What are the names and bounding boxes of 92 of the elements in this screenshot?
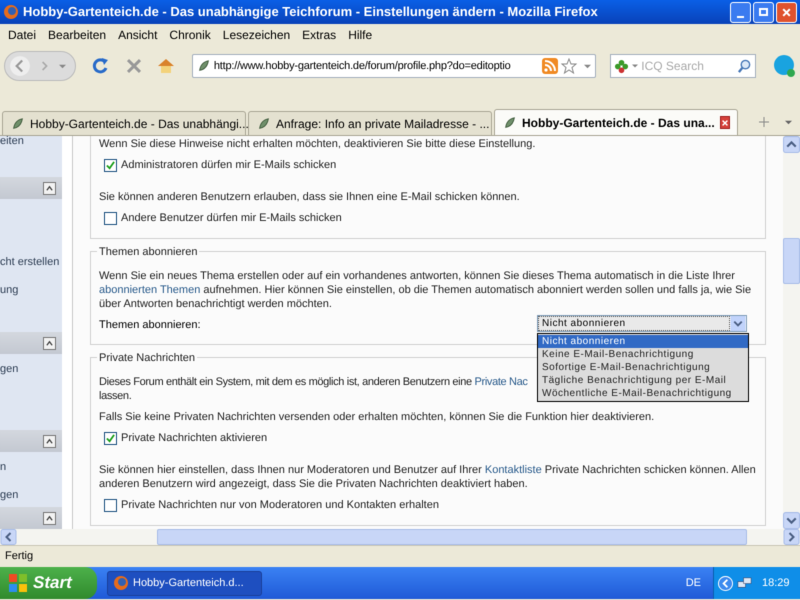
dropdown-option[interactable]: Keine E-Mail-Benachrichtigung [538, 348, 748, 361]
browser-tab[interactable]: Anfrage: Info an private Mailadresse - ... [248, 111, 492, 135]
menu-item[interactable]: Ansicht [112, 26, 164, 44]
paragraph-text: Falls Sie keine Privaten Nachrichten versenden oder erhalten möchten, können Sie die Funktion hier deaktivieren. [99, 410, 656, 424]
leaf-icon [257, 116, 271, 130]
paragraph-text: Wenn Sie diese Hinweise nicht erhalten möchten, deaktivieren Sie bitte diese Einstellung. [99, 137, 536, 151]
paragraph-text: Sie können anderen Benutzern erlauben, dass sie Ihnen eine E-Mail schicken können. [99, 190, 521, 204]
leaf-icon [503, 116, 517, 130]
menu-item[interactable]: Hilfe [342, 26, 378, 44]
checkbox-label: Private Nachrichten nur von Moderatoren und Kontakten erhalten [121, 498, 439, 512]
collapse-button[interactable] [43, 336, 56, 350]
checkmark-icon [106, 160, 115, 170]
menu-item[interactable]: Datei [2, 26, 42, 44]
close-button[interactable] [776, 2, 797, 22]
sidebar-link[interactable]: cht erstellen [0, 255, 62, 269]
chevron-up-icon [46, 438, 53, 444]
paragraph-text: Dieses Forum enthält ein System, mit dem es möglich ist, anderen Benutzern eine Private Nac lassen. [99, 375, 528, 403]
taskbar-button[interactable]: Hobby-Gartenteich.d... [107, 570, 262, 596]
network-icon[interactable] [737, 576, 752, 590]
sidebar-link[interactable]: eiten [0, 136, 62, 148]
dropdown-option[interactable]: Nicht abonnieren [538, 335, 748, 348]
checkbox[interactable] [104, 158, 117, 172]
star-icon[interactable] [561, 58, 578, 74]
plus-icon[interactable] [759, 117, 769, 127]
dropdown-option[interactable]: Wöchentliche E-Mail-Benachrichtigung [538, 387, 748, 400]
caret-icon[interactable] [785, 119, 792, 126]
chevron-left-icon[interactable] [718, 576, 733, 590]
window-title: Hobby-Gartenteich.de - Das unabhängige Teichforum - Einstellungen ändern - Mozilla Firefox [23, 3, 599, 22]
rss-icon[interactable] [542, 58, 558, 74]
scroll-up-icon[interactable] [783, 136, 800, 153]
flower-icon [614, 58, 630, 74]
collapse-button[interactable] [43, 182, 56, 194]
menu-item[interactable]: Lesezeichen [216, 26, 296, 44]
horizontal-scrollbar[interactable] [0, 529, 800, 545]
chevron-up-icon [46, 340, 53, 346]
home-icon[interactable] [156, 56, 176, 76]
scroll-right-icon[interactable] [783, 529, 800, 545]
chevron-up-icon [46, 184, 53, 192]
close-icon [720, 118, 729, 126]
collapse-button[interactable] [43, 512, 56, 524]
sidebar-link[interactable]: gen [0, 362, 62, 376]
checkmark-icon [106, 434, 115, 442]
sidebar-link[interactable]: n [0, 460, 62, 474]
dropdown-select[interactable]: Nicht abonnieren [537, 315, 747, 332]
scrollbar-thumb[interactable] [783, 238, 800, 284]
menu-item[interactable]: Chronik [163, 26, 217, 44]
status-text: Fertig [5, 549, 34, 564]
search-field[interactable]: ICQ Search [610, 54, 756, 78]
dropdown-option[interactable]: Sofortige E-Mail-Benachrichtigung [538, 361, 748, 374]
scroll-down-icon[interactable] [783, 512, 800, 529]
collapse-button[interactable] [43, 434, 56, 448]
globe-icon [113, 575, 129, 591]
checkbox-label: Andere Benutzer dürfen mir E-Mails schicken [121, 211, 342, 225]
chevron-up-icon [46, 514, 53, 522]
text-link[interactable]: Private Nac [474, 376, 528, 388]
field-label: Themen abonnieren: [99, 318, 201, 332]
checkbox[interactable] [104, 432, 117, 444]
sidebar-link[interactable]: ung [0, 283, 62, 297]
menu-item[interactable]: Bearbeiten [42, 26, 112, 44]
browser-tab[interactable]: Hobby-Gartenteich.de - Das unabhängi... [2, 111, 246, 135]
clock: 18:29 [762, 576, 790, 591]
caret-icon [632, 63, 638, 69]
checkbox[interactable] [104, 212, 117, 224]
dropdown-option[interactable]: Tägliche Benachrichtigung per E-Mail [538, 374, 748, 387]
vertical-scrollbar[interactable] [783, 136, 800, 529]
search-icon[interactable] [737, 58, 752, 74]
language-indicator[interactable]: DE [686, 574, 701, 592]
leaf-icon [196, 59, 211, 73]
text-link[interactable]: Kontaktliste [484, 464, 542, 476]
close-icon [781, 6, 792, 18]
tab-close-button[interactable] [720, 116, 730, 129]
maximize-button[interactable] [753, 2, 774, 22]
checkbox-label: Administratoren dürfen mir E-Mails schicken [121, 158, 336, 172]
browser-tab[interactable]: Hobby-Gartenteich.de - Das una... [494, 109, 738, 135]
url-field[interactable]: http://www.hobby-gartenteich.de/forum/profile.php?do=editoptio [192, 54, 596, 78]
sidebar-link[interactable]: gen [0, 488, 62, 502]
paragraph-text: Wenn Sie ein neues Thema erstellen oder auf ein vorhandenes antworten, können Sie dieses Thema automatisch in die Liste Ihrer abonnierten Themen aufnehmen. Hier können Sie einstellen, ob die Themen automatisch abonniert werden sollen und falls ja, wie Sie über Antworten benachrichtigt werden möchten. [99, 269, 752, 311]
caret-icon[interactable] [584, 62, 592, 70]
checkbox-label: Private Nachrichten aktivieren [121, 431, 268, 445]
search-input[interactable]: ICQ Search [641, 57, 734, 75]
menu-item[interactable]: Extras [296, 26, 342, 44]
windows-logo-icon [8, 573, 28, 593]
text-link[interactable]: abonnierten Themen [99, 284, 200, 296]
paragraph-text: Sie können hier einstellen, dass Ihnen nur Moderatoren und Benutzer auf Ihrer Kontaktliste Private Nachrichten schicken können. Allen anderen Benutzern wird angezeigt, dass Sie die Privaten Nachrichten deaktiviert haben. [99, 463, 757, 491]
minimize-button[interactable] [730, 2, 751, 22]
caret-icon [59, 62, 66, 70]
chevron-down-icon [730, 316, 746, 331]
leaf-icon [11, 116, 25, 130]
scrollbar-thumb[interactable] [157, 529, 747, 545]
checkbox[interactable] [104, 498, 117, 512]
scroll-left-icon[interactable] [0, 529, 17, 545]
globe-icon [3, 4, 19, 20]
